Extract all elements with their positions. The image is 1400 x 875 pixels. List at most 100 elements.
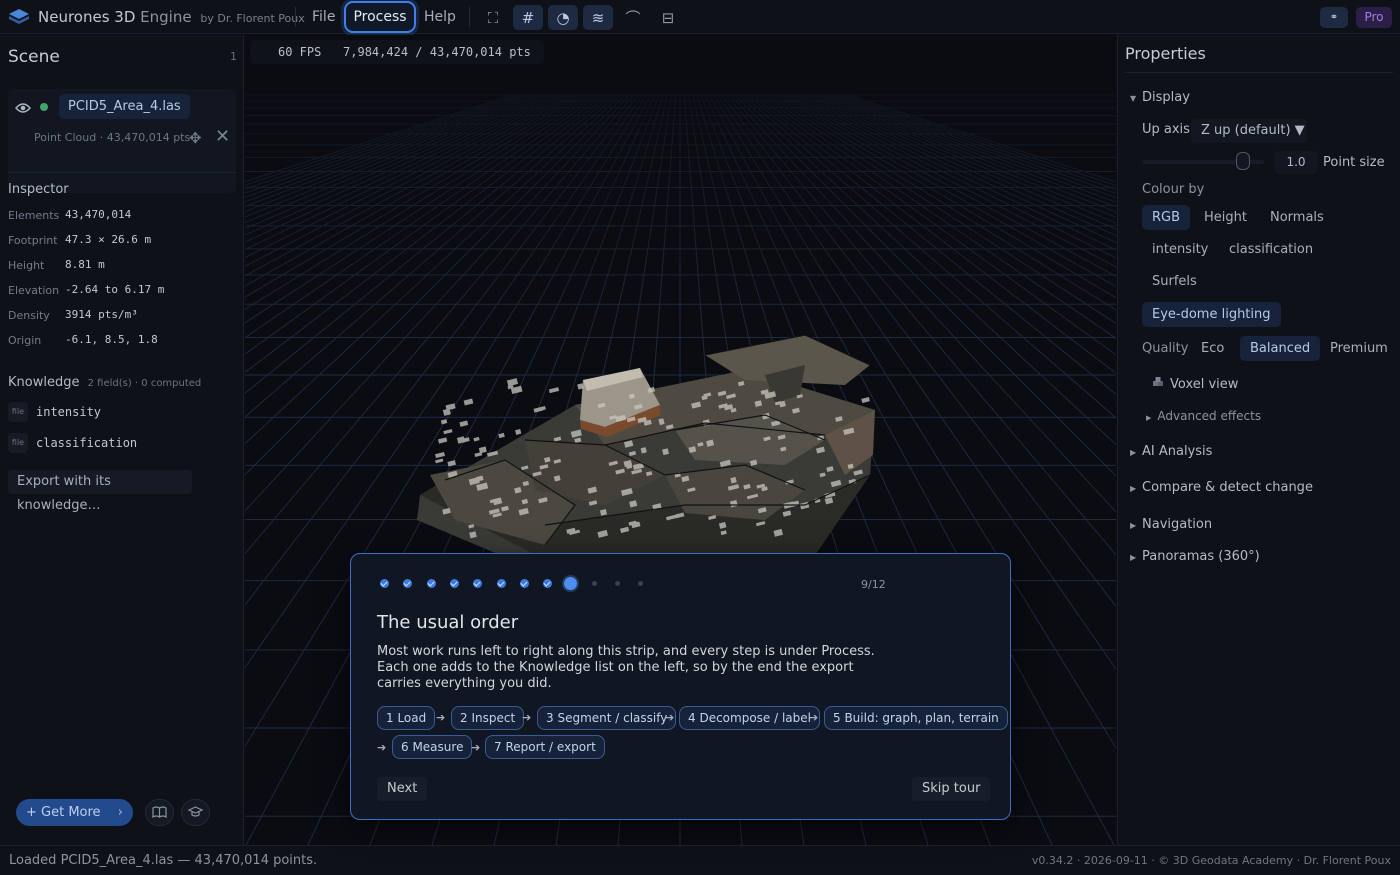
colour-height-option[interactable]: Height [1194,205,1257,230]
tour-next-button[interactable]: Next [377,777,428,801]
tour-step-done-dot [449,579,459,588]
up-axis-label: Up axis [1142,122,1190,137]
knowledge-title: Knowledge 2 field(s) · 0 computed [8,375,201,390]
scene-file-name[interactable]: PCID5_Area_4.las [59,94,190,119]
colour-classification-option[interactable]: classification [1219,237,1323,262]
tour-step-pending-dot [615,581,620,586]
grid-toggle-icon[interactable]: # [513,5,543,30]
knowledge-field[interactable]: file classification [8,433,228,455]
window-speck [861,397,870,404]
menu-help[interactable]: Help [424,9,456,25]
menu-file[interactable]: File [312,9,335,25]
up-axis-select[interactable]: Z up (default) ▼ [1191,119,1307,143]
inspector-value: -6.1, 8.5, 1.8 [65,333,158,346]
arrow-right-icon: ➔ [809,711,819,724]
pipeline-step-decompose: 4 Decompose / label [679,706,820,730]
status-dot [40,103,48,111]
get-more-label: + Get More [26,805,101,820]
inspector-row: Origin -6.1, 8.5, 1.8 [8,331,238,351]
triangle-down-icon: ▼ [1130,94,1137,103]
voxel-icon [1153,377,1163,386]
point-size-value[interactable]: 1.0 [1275,151,1317,174]
pipeline-step-measure: 6 Measure [392,735,473,759]
quality-eco-option[interactable]: Eco [1191,336,1234,361]
advanced-effects-toggle[interactable]: ▶ Advanced effects [1146,409,1261,423]
section-panoramas[interactable]: ▶ Panoramas (360°) [1130,549,1260,564]
inspector-key: Height [8,259,45,272]
quality-premium-option[interactable]: Premium [1320,336,1398,361]
knowledge-summary: 2 field(s) · 0 computed [87,378,202,389]
inspector-key: Origin [8,334,42,347]
orbit-icon[interactable]: ◔ [548,5,578,30]
voxel-view-toggle[interactable]: Voxel view [1152,376,1238,392]
divider [1125,72,1393,73]
academy-icon[interactable] [181,799,210,826]
inspector-value: 3914 pts/m³ [65,308,138,321]
inspector-value: 47.3 × 26.6 m [65,233,152,246]
stack-icon[interactable]: ⊟ [653,5,683,30]
inspector-row: Elements 43,470,014 [8,206,238,226]
toolbar-divider [469,7,470,27]
point-size-label: Point size [1323,155,1385,170]
inspector-row: Footprint 47.3 × 26.6 m [8,231,238,251]
section-display-label: Display [1142,90,1190,105]
arrow-right-icon: ➔ [471,741,481,754]
section-display[interactable]: ▼ Display [1130,90,1190,105]
window-speck [515,428,522,435]
file-badge: file [8,433,28,453]
layers-icon[interactable]: ≋ [583,5,613,30]
link-icon[interactable]: ⚭ [1320,7,1348,28]
eye-dome-lighting-toggle[interactable]: Eye-dome lighting [1142,302,1281,327]
window-speck [548,387,560,394]
quality-balanced-option[interactable]: Balanced [1240,336,1321,361]
toolbar-divider [295,7,296,27]
colour-rgb-option[interactable]: RGB [1142,205,1191,230]
knowledge-field[interactable]: file intensity [8,402,228,424]
close-icon[interactable]: ✕ [215,126,230,147]
tour-skip-button[interactable]: Skip tour [912,777,991,801]
tour-step-pending-dot [638,581,644,586]
section-label: AI Analysis [1142,444,1213,459]
colour-normals-option[interactable]: Normals [1260,205,1334,230]
window-speck [474,452,483,458]
tour-step-done-dot [403,579,413,588]
pro-badge[interactable]: Pro [1356,7,1392,28]
curve-icon[interactable]: ⌒ [618,5,648,30]
section-navigation[interactable]: ▶ Navigation [1130,517,1212,532]
triangle-right-icon: ▶ [1130,448,1137,457]
menu-process[interactable]: Process [344,1,416,33]
window-speck [539,405,546,411]
point-size-slider-thumb[interactable] [1236,152,1250,170]
scene-item[interactable]: PCID5_Area_4.las Point Cloud · 43,470,01… [8,89,236,193]
point-cloud-model[interactable] [417,334,875,560]
window-speck [438,437,448,444]
inspector-key: Elements [8,209,60,222]
inspector-value: -2.64 to 6.17 m [65,283,165,296]
window-speck [478,446,487,454]
neurones-logo-icon [9,9,29,24]
colour-surfels-option[interactable]: Surfels [1142,269,1207,294]
divider [8,172,236,173]
book-icon[interactable] [145,799,174,826]
fullscreen-icon[interactable]: ⛶ [478,5,508,30]
tour-step-done-dot [496,579,506,588]
eye-icon[interactable] [15,102,31,114]
scene-title: Scene [8,47,60,67]
window-speck [456,436,466,444]
inspector-key: Density [8,309,50,322]
colour-intensity-option[interactable]: intensity [1142,237,1218,262]
scene-count: 1 [230,50,237,63]
section-compare[interactable]: ▶ Compare & detect change [1130,480,1313,495]
tour-step-done-dot [426,579,436,588]
section-ai-analysis[interactable]: ▶ AI Analysis [1130,444,1212,459]
move-icon[interactable]: ✥ [189,129,202,147]
get-more-button[interactable]: + Get More › [16,799,133,826]
knowledge-heading: Knowledge [8,375,80,390]
voxel-view-label: Voxel view [1170,377,1239,392]
top-bar: Neurones 3D Engine by Dr. Florent Poux F… [0,0,1400,34]
window-speck [506,378,519,387]
export-knowledge-button[interactable]: Export with its knowledge… [8,470,192,513]
arrow-right-icon: ➔ [522,711,532,724]
field-name: classification [36,436,138,450]
inspector-value: 8.81 m [65,258,105,271]
